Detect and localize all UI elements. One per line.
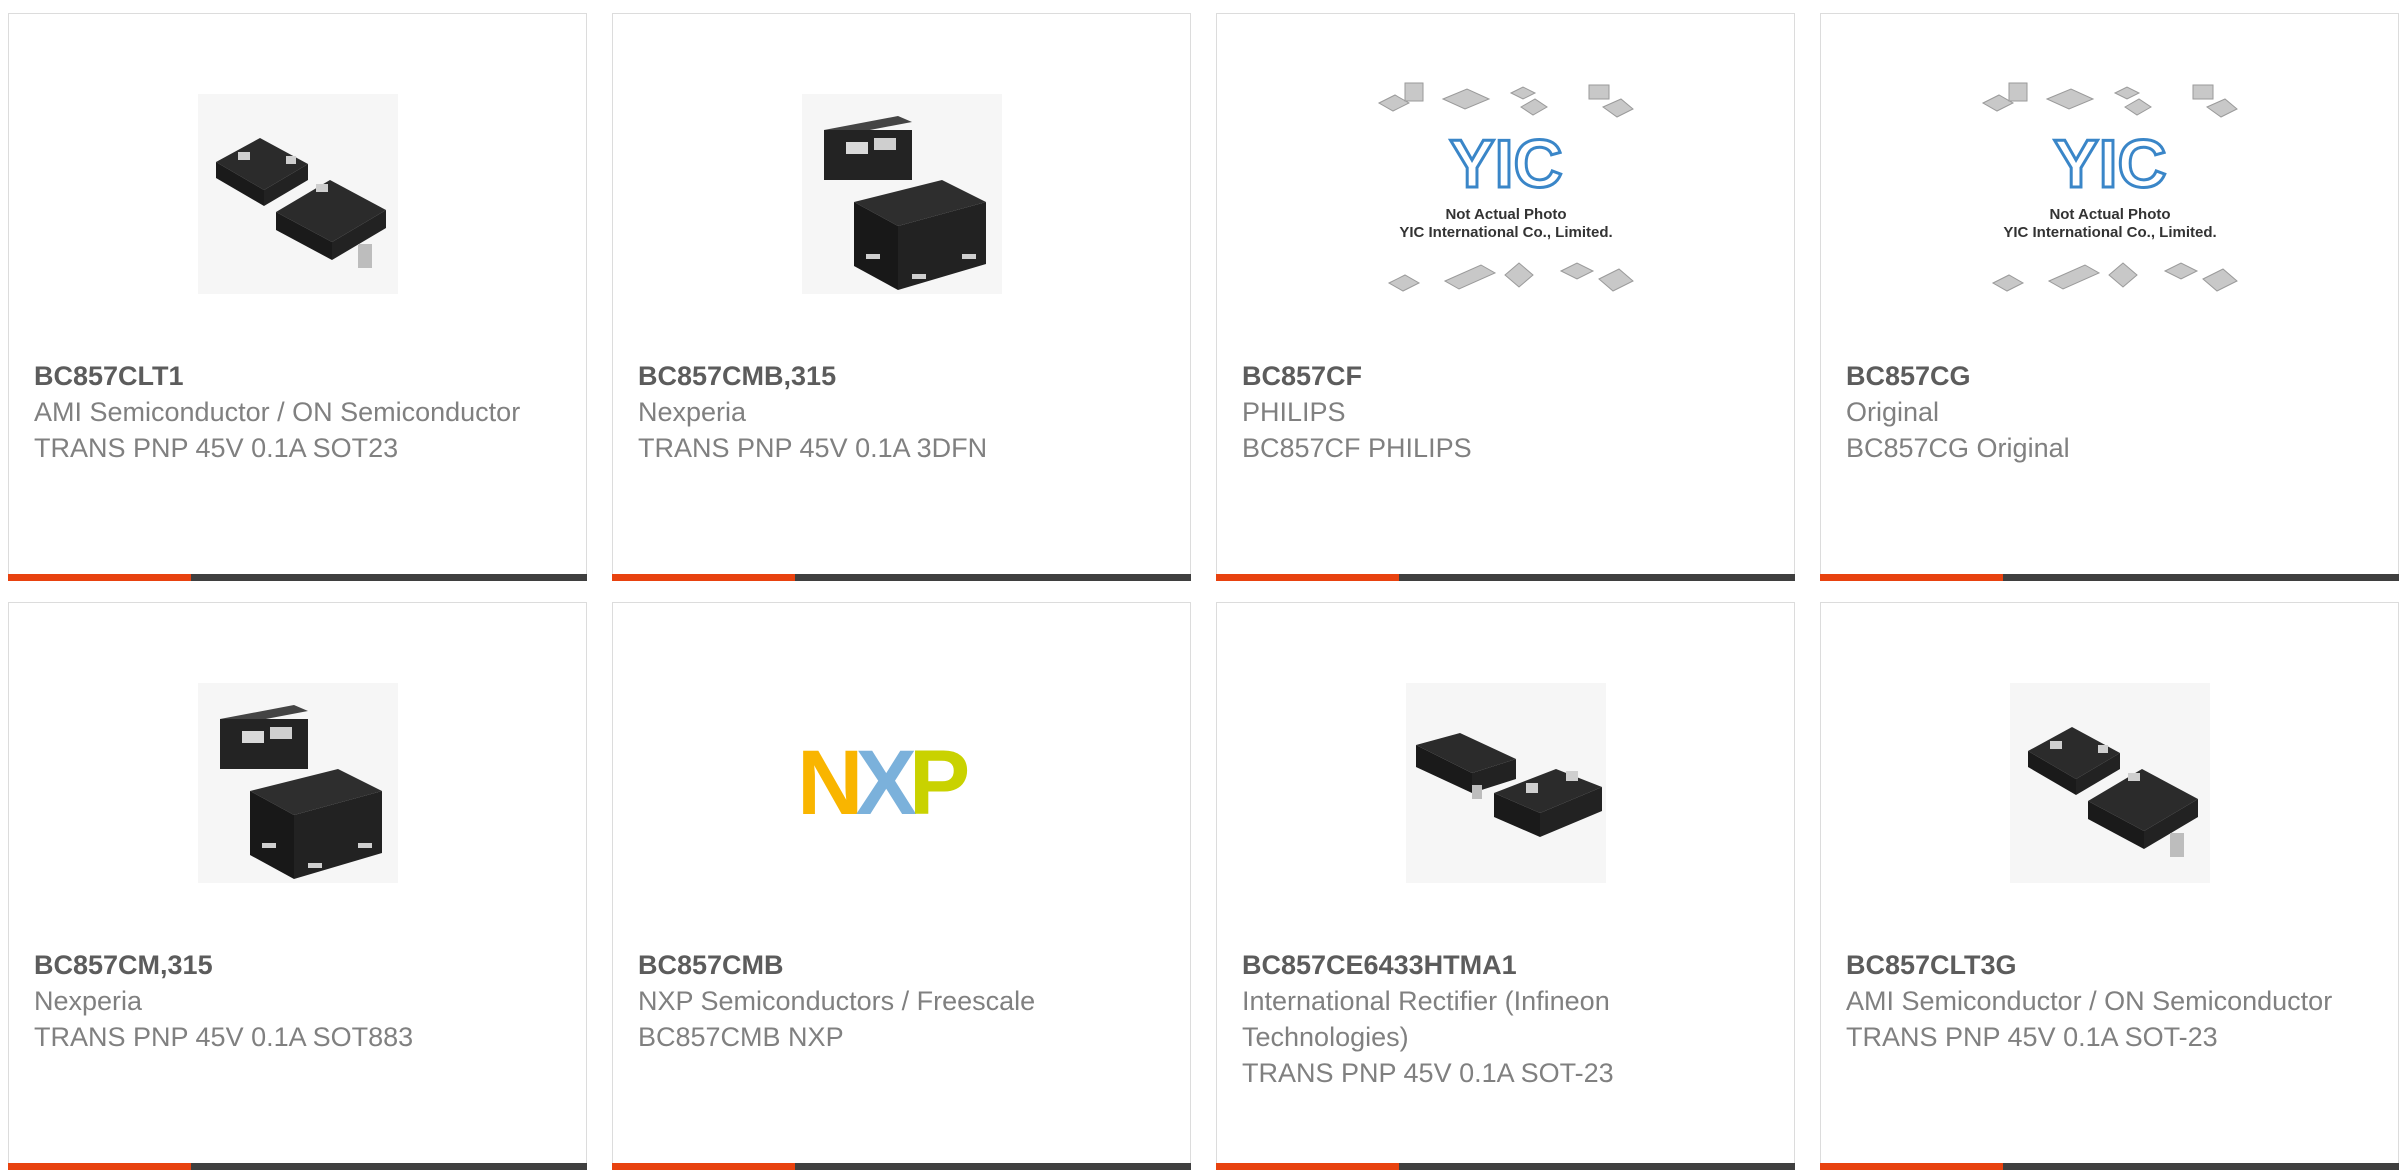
- svg-text:NXP: NXP: [797, 738, 968, 828]
- description: TRANS PNP 45V 0.1A 3DFN: [638, 433, 988, 463]
- product-image[interactable]: [9, 69, 586, 319]
- description: TRANS PNP 45V 0.1A SOT23: [34, 433, 399, 463]
- product-image[interactable]: [9, 658, 586, 908]
- part-number[interactable]: BC857CF: [1242, 358, 1774, 394]
- placeholder-company: YIC International Co., Limited.: [2003, 224, 2216, 241]
- sot23-package-icon: [197, 94, 398, 294]
- card-accent-bar: [1820, 574, 2003, 581]
- product-card[interactable]: NXP BC857CMB NXP Semiconductors / Freesc…: [612, 602, 1191, 1170]
- product-image[interactable]: YIC Not Actual Photo YIC International C…: [1217, 69, 1794, 319]
- description: TRANS PNP 45V 0.1A SOT-23: [1846, 1022, 2218, 1052]
- part-number[interactable]: BC857CMB,315: [638, 358, 1170, 394]
- manufacturer: Nexperia: [638, 397, 747, 427]
- product-card[interactable]: BC857CLT1 AMI Semiconductor / ON Semicon…: [8, 13, 587, 581]
- part-number[interactable]: BC857CMB: [638, 947, 1170, 983]
- manufacturer: International Rectifier (Infineon Techno…: [1242, 986, 1610, 1052]
- manufacturer: Nexperia: [34, 986, 143, 1016]
- dfn-package-icon: [197, 683, 398, 883]
- product-card[interactable]: YIC Not Actual Photo YIC International C…: [1216, 13, 1795, 581]
- part-number[interactable]: BC857CE6433HTMA1: [1242, 947, 1774, 983]
- product-card[interactable]: BC857CE6433HTMA1 International Rectifier…: [1216, 602, 1795, 1170]
- product-card[interactable]: BC857CM,315 Nexperia TRANS PNP 45V 0.1A …: [8, 602, 587, 1170]
- sot23-package-icon: [2009, 683, 2210, 883]
- part-number[interactable]: BC857CM,315: [34, 947, 566, 983]
- yic-logo: YIC: [1449, 126, 1562, 202]
- product-image[interactable]: [613, 69, 1190, 319]
- description: BC857CF PHILIPS: [1242, 433, 1472, 463]
- dfn-package-icon: [801, 94, 1002, 294]
- placeholder-note: Not Actual Photo: [2049, 206, 2170, 223]
- product-image[interactable]: NXP: [613, 658, 1190, 908]
- product-card[interactable]: BC857CLT3G AMI Semiconductor / ON Semico…: [1820, 602, 2399, 1170]
- card-accent-bar: [8, 574, 191, 581]
- manufacturer: PHILIPS: [1242, 397, 1346, 427]
- placeholder-note: Not Actual Photo: [1445, 206, 1566, 223]
- description: BC857CMB NXP: [638, 1022, 844, 1052]
- product-image[interactable]: YIC Not Actual Photo YIC International C…: [1821, 69, 2398, 319]
- manufacturer: NXP Semiconductors / Freescale: [638, 986, 1036, 1016]
- yic-placeholder-image: YIC Not Actual Photo YIC International C…: [1377, 82, 1634, 292]
- part-number[interactable]: BC857CLT1: [34, 358, 566, 394]
- part-number[interactable]: BC857CG: [1846, 358, 2378, 394]
- product-card[interactable]: BC857CMB,315 Nexperia TRANS PNP 45V 0.1A…: [612, 13, 1191, 581]
- manufacturer: AMI Semiconductor / ON Semiconductor: [1846, 986, 2333, 1016]
- description: BC857CG Original: [1846, 433, 2070, 463]
- card-bottom-bar: [612, 574, 1191, 581]
- manufacturer: Original: [1846, 397, 1940, 427]
- card-bottom-bar: [1216, 574, 1795, 581]
- description: TRANS PNP 45V 0.1A SOT883: [34, 1022, 414, 1052]
- sot23-package-icon: [1405, 683, 1606, 883]
- nxp-logo: NXP: [797, 738, 976, 828]
- manufacturer: AMI Semiconductor / ON Semiconductor: [34, 397, 521, 427]
- yic-logo: YIC: [2053, 126, 2166, 202]
- yic-placeholder-image: YIC Not Actual Photo YIC International C…: [1981, 82, 2238, 292]
- description: TRANS PNP 45V 0.1A SOT-23: [1242, 1058, 1614, 1088]
- product-card[interactable]: YIC Not Actual Photo YIC International C…: [1820, 13, 2399, 581]
- card-accent-bar: [1216, 574, 1399, 581]
- product-image[interactable]: [1217, 658, 1794, 908]
- placeholder-company: YIC International Co., Limited.: [1399, 224, 1612, 241]
- product-image[interactable]: [1821, 658, 2398, 908]
- card-bottom-bar: [1820, 574, 2399, 581]
- card-bottom-bar: [8, 574, 587, 581]
- card-accent-bar: [612, 574, 795, 581]
- part-number[interactable]: BC857CLT3G: [1846, 947, 2378, 983]
